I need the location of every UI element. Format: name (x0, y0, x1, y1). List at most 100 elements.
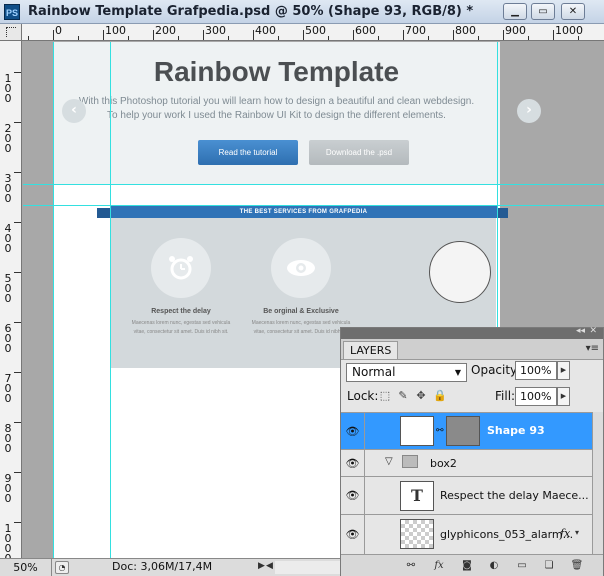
link-icon[interactable]: ⚯ (436, 426, 444, 436)
guide-horizontal[interactable] (23, 184, 604, 185)
close-panel-icon[interactable]: ✕ (589, 326, 597, 336)
eye-icon (287, 260, 315, 276)
adjustment-layer-icon[interactable]: ◐ (486, 559, 502, 573)
chevron-down-icon: ▼ (454, 368, 461, 377)
visibility-eye-icon[interactable]: 👁 (341, 515, 365, 554)
guide-vertical[interactable] (53, 42, 54, 558)
photoshop-icon: PS (4, 4, 20, 20)
ruler-label: 200 (155, 24, 176, 37)
scroll-left-arrow-icon[interactable]: ◀ (266, 561, 273, 571)
layer-name: box2 (430, 457, 457, 470)
ruler-label: 300 (205, 24, 226, 37)
layers-panel: ◂◂ ✕ LAYERS ▾≡ Normal ▼ Opacity: 100% ▶ … (340, 326, 604, 576)
visibility-eye-icon[interactable]: 👁 (341, 413, 365, 449)
restore-button[interactable]: ▭ (531, 3, 555, 20)
horizontal-scrollbar[interactable] (275, 561, 340, 574)
ruler-label: 9 0 0 (4, 472, 12, 505)
tab-layers[interactable]: LAYERS (343, 341, 399, 359)
lock-all-icon[interactable]: 🔒 (433, 390, 447, 402)
status-options-button[interactable]: ◔ (55, 561, 69, 574)
collapse-panel-icon[interactable]: ◂◂ (576, 326, 585, 336)
ruler-label: 3 0 0 (4, 172, 12, 205)
hero-subtitle-line2: To help your work I used the Rainbow UI … (107, 110, 446, 121)
shape-93-circle[interactable] (429, 241, 491, 303)
layer-row-text[interactable]: 👁 T Respect the delay Maece... (341, 477, 603, 515)
ribbon-tail-left (97, 208, 111, 218)
lock-label: Lock: (347, 389, 379, 403)
layer-name: Shape 93 (487, 424, 545, 437)
visibility-eye-icon[interactable]: 👁 (341, 477, 365, 514)
guide-vertical[interactable] (110, 42, 111, 558)
fill-field[interactable]: 100% (515, 387, 557, 406)
layer-row-glyphicon[interactable]: 👁 glyphicons_053_alarm... fx ▾ (341, 515, 603, 554)
alarm-clock-icon (169, 256, 193, 280)
panel-menu-icon[interactable]: ▾≡ (586, 343, 599, 354)
ruler-label: 1000 (555, 24, 583, 37)
trash-icon[interactable]: 🗑 (569, 559, 585, 573)
ruler-origin[interactable] (0, 24, 22, 41)
fill-arrow-icon[interactable]: ▶ (557, 387, 570, 406)
ruler-label: 800 (455, 24, 476, 37)
new-group-icon[interactable]: ▭ (514, 559, 530, 573)
blend-mode-select[interactable]: Normal ▼ (346, 363, 467, 382)
vertical-ruler[interactable]: 1 0 0 2 0 0 3 0 0 4 0 0 5 0 0 6 0 0 7 0 … (0, 41, 22, 558)
minimize-button[interactable]: ▁ (503, 3, 527, 20)
eye-icon (271, 238, 331, 298)
fill-label: Fill: (495, 389, 516, 403)
text-layer-icon: T (400, 481, 434, 511)
ruler-label: 400 (255, 24, 276, 37)
layer-list: 👁 ⚯ Shape 93 👁 ▽ box2 👁 T Respect the de… (341, 412, 603, 554)
layer-thumbnail (400, 416, 434, 446)
opacity-arrow-icon[interactable]: ▶ (557, 361, 570, 380)
layers-scrollbar[interactable] (592, 412, 603, 554)
hero-section: Rainbow Template With this Photoshop tut… (53, 42, 541, 184)
services-ribbon: THE BEST SERVICES FROM GRAFPEDIA (110, 206, 497, 218)
visibility-eye-icon[interactable]: 👁 (341, 450, 365, 476)
folder-icon (402, 455, 418, 468)
horizontal-ruler[interactable]: 0 100 200 300 400 500 600 700 800 900 10… (22, 24, 604, 41)
guide-horizontal[interactable] (23, 205, 604, 206)
hero-subtitle-line1: With this Photoshop tutorial you will le… (78, 96, 475, 107)
close-button[interactable]: ✕ (561, 3, 585, 20)
chevron-down-icon[interactable]: ▾ (575, 528, 579, 537)
title-bar: PS Rainbow Template Grafpedia.psd @ 50% … (0, 0, 604, 24)
layer-row-box2[interactable]: 👁 ▽ box2 (341, 450, 603, 477)
blend-mode-value: Normal (352, 365, 396, 379)
panel-tab-row: LAYERS ▾≡ (341, 339, 603, 360)
ruler-label: 700 (405, 24, 426, 37)
ruler-label: 8 0 0 (4, 422, 12, 455)
zoom-field[interactable]: 50% (0, 559, 52, 576)
chevron-down-icon[interactable]: ▽ (385, 456, 393, 467)
opacity-field[interactable]: 100% (515, 361, 557, 380)
status-bar: 50% ◔ Doc: 3,06M/17,4M ▶ ◀ (0, 558, 340, 576)
status-menu-arrow-icon[interactable]: ▶ (258, 561, 265, 571)
fx-icon[interactable]: fx (560, 527, 570, 540)
ruler-label: 600 (355, 24, 376, 37)
document-size-info: Doc: 3,06M/17,4M (112, 560, 213, 573)
close-icon: ✕ (568, 6, 578, 17)
lock-transparent-icon[interactable]: ⬚ (379, 390, 391, 402)
vector-mask-thumbnail (446, 416, 480, 446)
ruler-label: 1 0 0 0 (4, 522, 12, 558)
lock-position-icon[interactable]: ✥ (415, 390, 427, 402)
fx-icon[interactable]: fx (431, 559, 447, 573)
alarm-clock-icon (151, 238, 211, 298)
ruler-label: 7 0 0 (4, 372, 12, 405)
next-arrow-icon: › (517, 99, 541, 123)
panel-top-bar: ◂◂ ✕ (341, 326, 603, 339)
download-psd-button: Download the .psd (309, 140, 409, 165)
add-mask-icon[interactable]: ◙ (459, 559, 475, 573)
layer-row-shape-93[interactable]: 👁 ⚯ Shape 93 (341, 413, 603, 450)
hero-title: Rainbow Template (153, 56, 400, 87)
ruler-label: 4 0 0 (4, 222, 12, 255)
link-layers-icon[interactable]: ⚯ (403, 559, 419, 573)
new-layer-icon[interactable]: ❏ (541, 559, 557, 573)
lock-image-icon[interactable]: ✎ (397, 390, 409, 402)
ruler-label: 2 0 0 (4, 122, 12, 155)
layer-name: Respect the delay Maece... (440, 489, 589, 502)
ruler-label: 5 0 0 (4, 272, 12, 305)
restore-icon: ▭ (538, 6, 548, 17)
read-tutorial-button: Read the tutorial (198, 140, 298, 165)
ruler-label: 6 0 0 (4, 322, 12, 355)
window-title: Rainbow Template Grafpedia.psd @ 50% (Sh… (28, 4, 474, 19)
